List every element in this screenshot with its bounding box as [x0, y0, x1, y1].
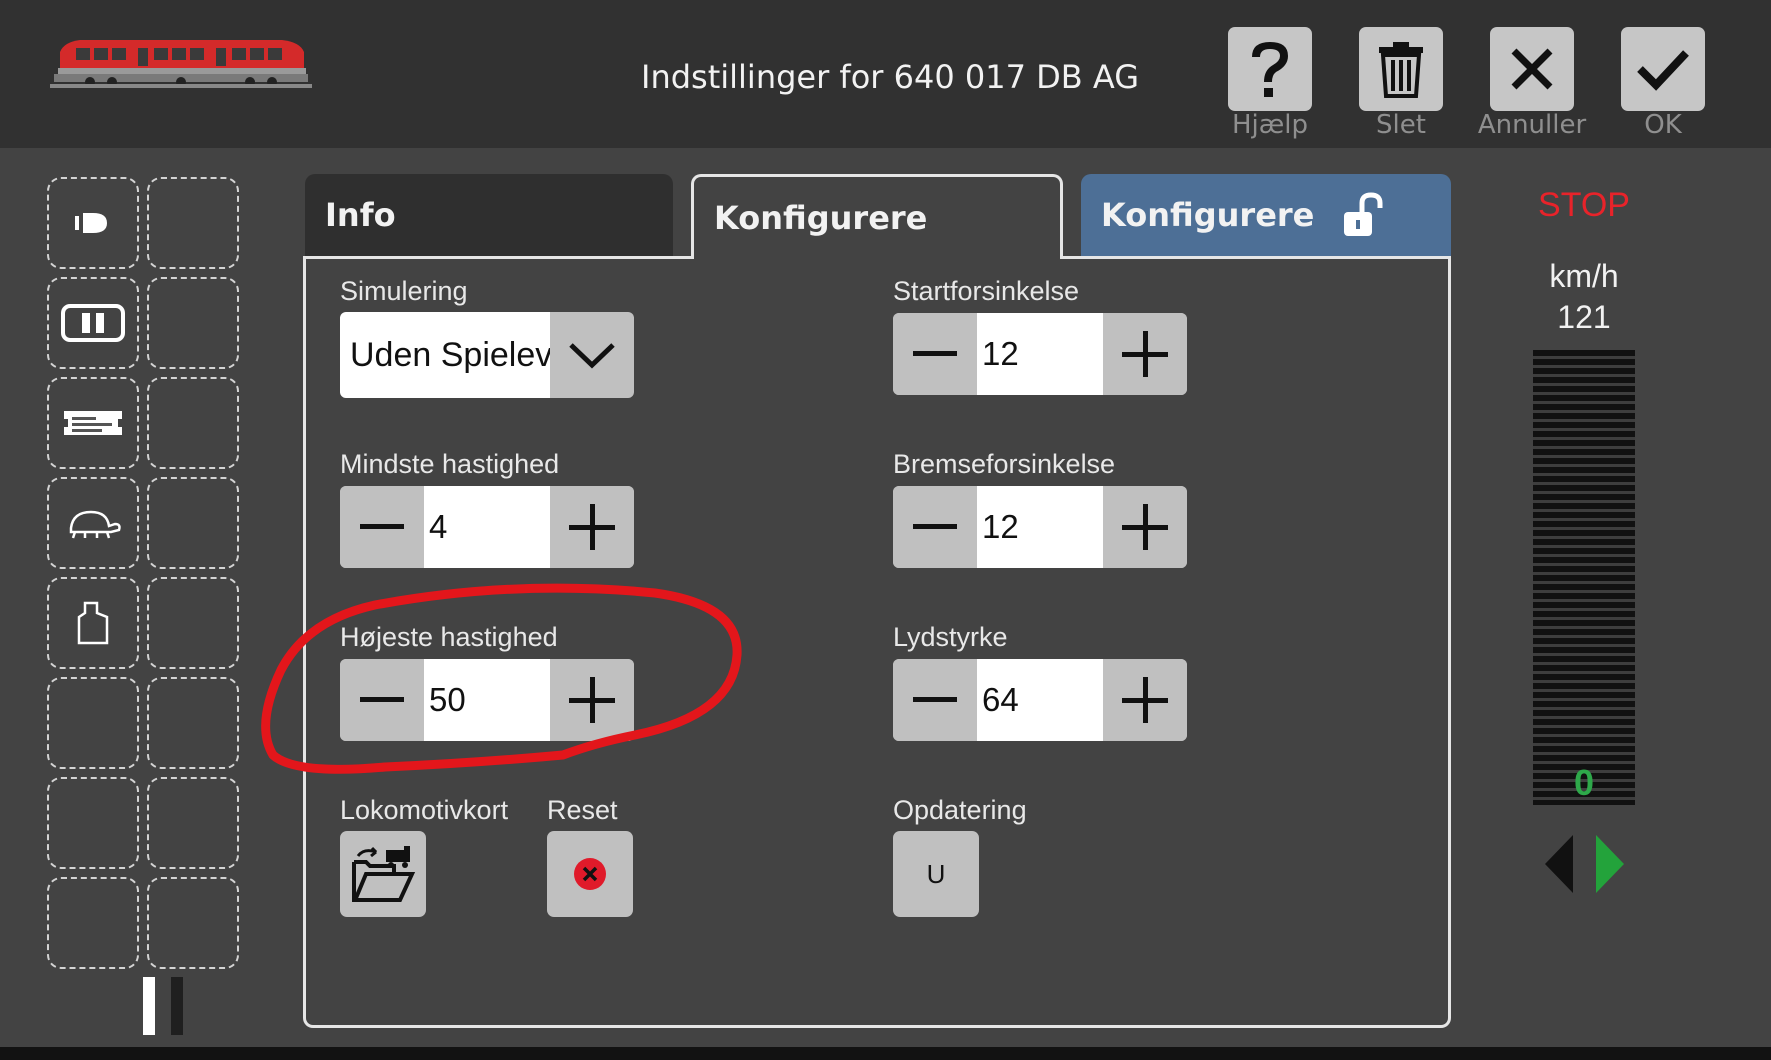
function-slot[interactable]	[147, 277, 239, 369]
folder-loco-icon	[352, 846, 416, 902]
cancel-label: Annuller	[1477, 110, 1587, 140]
reset-x-icon	[574, 858, 606, 890]
tab-info-label: Info	[325, 196, 396, 234]
weight-icon	[77, 601, 109, 645]
brake-delay-increase-button[interactable]	[1103, 486, 1187, 568]
min-speed-input[interactable]: 4	[424, 486, 550, 568]
dropdown-arrow[interactable]	[550, 312, 634, 398]
plus-icon	[1122, 504, 1168, 550]
turtle-icon	[69, 510, 121, 539]
function-slot[interactable]	[47, 877, 139, 969]
tab-info[interactable]: Info	[305, 174, 673, 256]
question-icon	[1252, 42, 1288, 97]
brake-delay-label: Bremseforsinkelse	[893, 449, 1116, 479]
function-slot[interactable]	[47, 677, 139, 769]
start-delay-stepper: 12	[893, 313, 1187, 395]
brake-delay-stepper: 12	[893, 486, 1187, 568]
direction-forward-icon[interactable]	[1594, 833, 1626, 895]
header-bar: Indstillinger for 640 017 DB AG Hjælp Sl…	[0, 0, 1771, 148]
update-label: Opdatering	[893, 795, 1027, 825]
min-speed-stepper: 4	[340, 486, 634, 568]
minus-icon	[913, 351, 957, 356]
min-speed-label: Mindste hastighed	[340, 449, 560, 479]
function-slot-pause[interactable]	[47, 277, 139, 369]
function-slot[interactable]	[147, 777, 239, 869]
chevron-down-icon	[569, 343, 615, 369]
speed-unit: km/h	[1549, 258, 1619, 294]
start-delay-input[interactable]: 12	[977, 313, 1103, 395]
sidebar-scrollbar[interactable]	[143, 977, 155, 1035]
ok-label: OK	[1644, 110, 1682, 140]
minus-icon	[360, 524, 404, 529]
help-label: Hjælp	[1231, 110, 1309, 140]
trash-icon	[1379, 42, 1423, 98]
function-slot-weight[interactable]	[47, 577, 139, 669]
speed-max: 121	[1557, 299, 1611, 335]
help-button[interactable]	[1228, 27, 1312, 111]
function-slot[interactable]	[147, 577, 239, 669]
cancel-button[interactable]	[1490, 27, 1574, 111]
function-slot-shunting[interactable]	[47, 477, 139, 569]
check-icon	[1637, 50, 1689, 91]
volume-decrease-button[interactable]	[893, 659, 977, 741]
delete-button[interactable]	[1359, 27, 1443, 111]
start-delay-label: Startforsinkelse	[893, 276, 1080, 306]
function-slot[interactable]	[147, 377, 239, 469]
headlight-icon	[75, 213, 107, 233]
function-slot[interactable]	[147, 877, 239, 969]
loco-card-button[interactable]	[340, 831, 426, 917]
page-title: Indstillinger for 640 017 DB AG	[641, 58, 1139, 96]
loco-card-label: Lokomotivkort	[340, 795, 509, 825]
speed-slider[interactable]	[1533, 350, 1635, 805]
volume-label: Lydstyrke	[893, 622, 1008, 652]
tab-configure-advanced[interactable]: Konfigurere	[1081, 174, 1451, 256]
unlock-icon	[1344, 192, 1383, 236]
delete-label: Slet	[1376, 110, 1426, 140]
plus-icon	[1122, 331, 1168, 377]
stop-button[interactable]: STOP	[1520, 186, 1648, 225]
simulation-label: Simulering	[340, 276, 468, 306]
simulation-select[interactable]: Uden Spielev	[340, 312, 634, 398]
function-slot[interactable]	[47, 777, 139, 869]
minus-icon	[913, 697, 957, 702]
ok-button[interactable]	[1621, 27, 1705, 111]
locomotive-image	[50, 40, 312, 88]
brake-delay-input[interactable]: 12	[977, 486, 1103, 568]
plus-icon	[1122, 677, 1168, 723]
close-icon	[1511, 48, 1553, 90]
current-speed: 0	[1573, 762, 1595, 803]
min-speed-decrease-button[interactable]	[340, 486, 424, 568]
simulation-value: Uden Spielev	[340, 312, 550, 398]
volume-input[interactable]: 64	[977, 659, 1103, 741]
loco-card-icon	[64, 411, 122, 435]
update-button[interactable]: U	[893, 831, 979, 917]
reset-button[interactable]	[547, 831, 633, 917]
highlight-annotation	[261, 583, 742, 774]
start-delay-increase-button[interactable]	[1103, 313, 1187, 395]
minus-icon	[913, 524, 957, 529]
volume-stepper: 64	[893, 659, 1187, 741]
min-speed-increase-button[interactable]	[550, 486, 634, 568]
function-slot[interactable]	[147, 177, 239, 269]
function-slot[interactable]	[147, 477, 239, 569]
pause-icon	[61, 304, 125, 342]
start-delay-decrease-button[interactable]	[893, 313, 977, 395]
plus-icon	[569, 504, 615, 550]
volume-increase-button[interactable]	[1103, 659, 1187, 741]
tab-configure-advanced-label: Konfigurere	[1101, 196, 1315, 234]
function-slot-headlight[interactable]	[47, 177, 139, 269]
function-slot[interactable]	[147, 677, 239, 769]
settings-window: Indstillinger for 640 017 DB AG Hjælp Sl…	[0, 0, 1771, 1047]
tab-configure[interactable]: Konfigurere	[691, 174, 1063, 259]
direction-reverse-icon[interactable]	[1543, 833, 1575, 895]
function-slot-loco-card[interactable]	[47, 377, 139, 469]
reset-label: Reset	[547, 795, 618, 825]
tab-configure-label: Konfigurere	[714, 199, 928, 237]
brake-delay-decrease-button[interactable]	[893, 486, 977, 568]
sidebar-scrollbar-track	[171, 977, 183, 1035]
